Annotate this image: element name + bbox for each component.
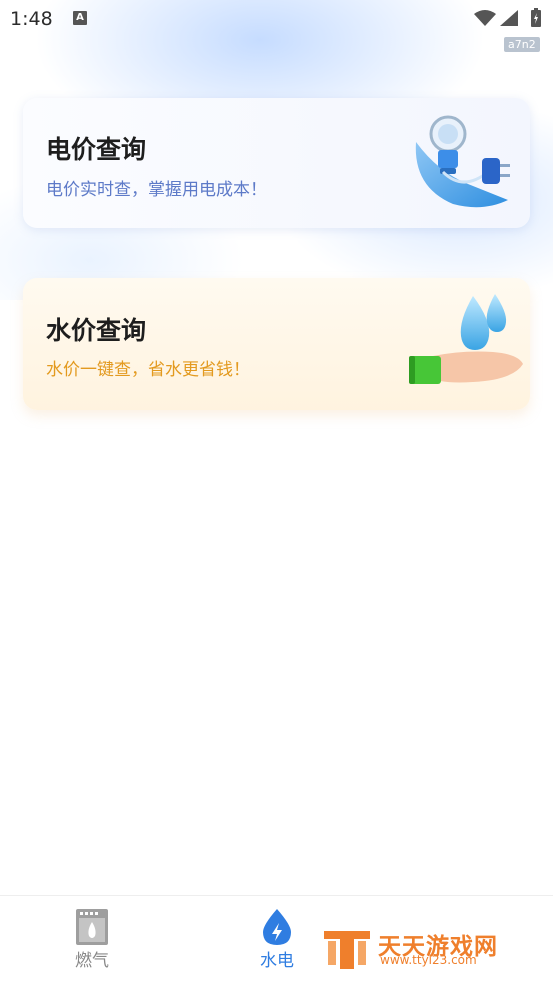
electricity-price-card[interactable]: 电价查询 电价实时查，掌握用电成本！ — [23, 98, 530, 228]
signal-icon — [500, 10, 518, 26]
battery-icon — [531, 8, 541, 27]
notification-icon: A — [73, 11, 87, 25]
electricity-card-subtitle: 电价实时查，掌握用电成本！ — [46, 180, 267, 200]
water-price-card[interactable]: 水价查询 水价一键查，省水更省钱！ — [23, 278, 530, 410]
status-bar: 1:48 A a7n2 — [0, 0, 553, 52]
nav-label-water-electric: 水电 — [260, 951, 294, 971]
water-bolt-icon — [263, 909, 291, 945]
nav-label-gas: 燃气 — [75, 951, 109, 971]
site-watermark: 天天游戏网 www.ttyl23.com — [322, 925, 522, 975]
status-time: 1:48 — [10, 8, 53, 30]
nav-item-water-electric[interactable]: 水电 — [237, 908, 317, 971]
lightbulb-plug-icon — [415, 115, 510, 208]
build-tag: a7n2 — [504, 37, 540, 52]
wifi-icon — [474, 10, 496, 26]
water-card-subtitle: 水价一键查，省水更省钱！ — [46, 360, 250, 380]
watermark-url: www.ttyl23.com — [380, 953, 477, 967]
nav-item-gas[interactable]: 燃气 — [52, 908, 132, 971]
stove-icon — [76, 909, 108, 945]
watermark-logo-icon — [324, 931, 370, 969]
water-card-title: 水价查询 — [46, 316, 147, 345]
water-drop-hand-icon — [409, 294, 523, 384]
electricity-card-title: 电价查询 — [46, 135, 147, 164]
